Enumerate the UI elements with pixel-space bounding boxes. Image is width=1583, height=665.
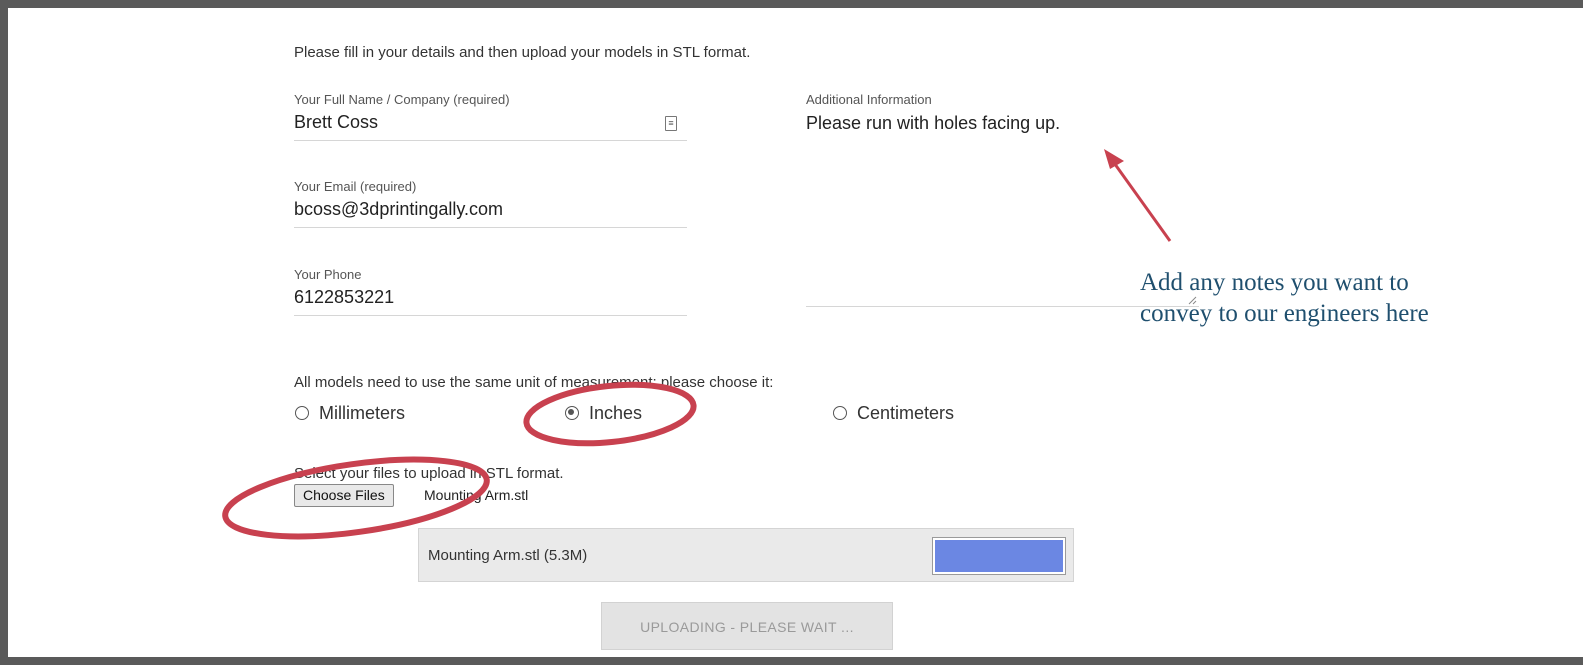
radio-millimeters-circle[interactable]	[295, 406, 309, 420]
upload-item: Mounting Arm.stl (5.3M)	[418, 528, 1074, 582]
choose-files-button[interactable]: Choose Files	[294, 484, 394, 507]
name-input[interactable]: Brett Coss	[294, 112, 378, 133]
email-field[interactable]: Your Email (required) bcoss@3dprintingal…	[294, 179, 687, 228]
annotation-line-2: convey to our engineers here	[1140, 300, 1429, 327]
upload-progress-bar	[932, 537, 1066, 575]
phone-input[interactable]: 6122853221	[294, 287, 394, 308]
form-frame: Please fill in your details and then upl…	[8, 8, 1583, 657]
additional-info-label: Additional Information	[806, 92, 932, 107]
radio-inches-label: Inches	[589, 402, 643, 423]
phone-field[interactable]: Your Phone 6122853221	[294, 267, 687, 316]
annotation-note: Add any notes you want to convey to our …	[1140, 267, 1560, 329]
radio-inches[interactable]: Inches	[565, 402, 642, 424]
upload-progress-fill	[935, 540, 1063, 572]
annotation-line-1: Add any notes you want to	[1140, 269, 1409, 296]
radio-centimeters[interactable]: Centimeters	[833, 402, 954, 424]
radio-millimeters-label: Millimeters	[319, 402, 406, 423]
name-label: Your Full Name / Company (required)	[294, 92, 510, 107]
email-input[interactable]: bcoss@3dprintingally.com	[294, 199, 503, 220]
radio-millimeters[interactable]: Millimeters	[295, 402, 405, 424]
form-intro: Please fill in your details and then upl…	[294, 44, 751, 61]
phone-label: Your Phone	[294, 267, 362, 282]
uploading-button[interactable]: UPLOADING - PLEASE WAIT ...	[601, 602, 893, 650]
name-field[interactable]: Your Full Name / Company (required) Bret…	[294, 92, 687, 141]
upload-item-name: Mounting Arm.stl (5.3M)	[428, 547, 588, 564]
radio-inches-circle[interactable]	[565, 406, 579, 420]
radio-centimeters-label: Centimeters	[857, 402, 955, 423]
additional-info-textarea[interactable]: Please run with holes facing up.	[806, 113, 1060, 134]
email-label: Your Email (required)	[294, 179, 417, 194]
unit-prompt: All models need to use the same unit of …	[294, 374, 774, 391]
radio-centimeters-circle[interactable]	[833, 406, 847, 420]
chosen-file-name: Mounting Arm.stl	[424, 487, 529, 503]
file-select-prompt: Select your files to upload in STL forma…	[294, 465, 564, 482]
contact-card-icon[interactable]: ≡	[665, 116, 677, 131]
